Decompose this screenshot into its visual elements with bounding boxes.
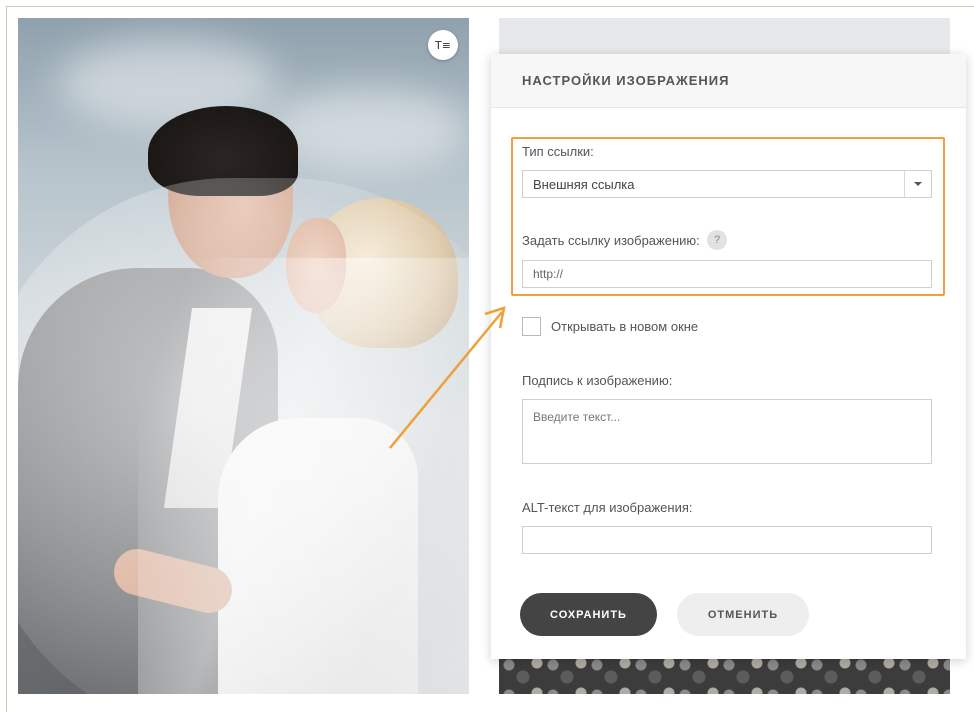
right-image-top	[499, 18, 950, 58]
link-type-value: Внешняя ссылка	[533, 176, 635, 192]
image-link-input[interactable]: http://	[522, 260, 932, 288]
arrow-head	[484, 306, 506, 329]
select-divider	[904, 171, 905, 197]
link-type-select[interactable]: Внешняя ссылка	[522, 170, 932, 198]
chevron-down-icon	[914, 182, 922, 186]
text-settings-button[interactable]: T≡	[428, 30, 458, 60]
new-window-checkbox[interactable]	[522, 317, 541, 336]
panel-title: НАСТРОЙКИ ИЗОБРАЖЕНИЯ	[522, 73, 730, 88]
image-link-label: Задать ссылку изображению:	[522, 233, 700, 248]
new-window-label[interactable]: Открывать в новом окне	[551, 319, 698, 334]
arrow-line	[389, 311, 503, 449]
pebbles-image	[499, 655, 950, 694]
annotation-arrow	[389, 306, 506, 449]
link-type-label: Тип ссылки:	[522, 144, 594, 159]
alt-text-input[interactable]	[522, 526, 932, 554]
panel-header: НАСТРОЙКИ ИЗОБРАЖЕНИЯ	[491, 54, 966, 108]
cloud-shape	[268, 88, 468, 168]
caption-label: Подпись к изображению:	[522, 373, 673, 388]
save-button[interactable]: СОХРАНИТЬ	[520, 593, 657, 636]
text-settings-icon: T≡	[435, 38, 451, 52]
cancel-button[interactable]: ОТМЕНИТЬ	[677, 593, 809, 636]
caption-textarea[interactable]: Введите текст...	[522, 399, 932, 464]
help-icon[interactable]: ?	[707, 230, 727, 250]
image-link-value: http://	[533, 267, 564, 281]
caption-placeholder: Введите текст...	[533, 410, 621, 424]
alt-text-label: ALT-текст для изображения:	[522, 500, 693, 515]
